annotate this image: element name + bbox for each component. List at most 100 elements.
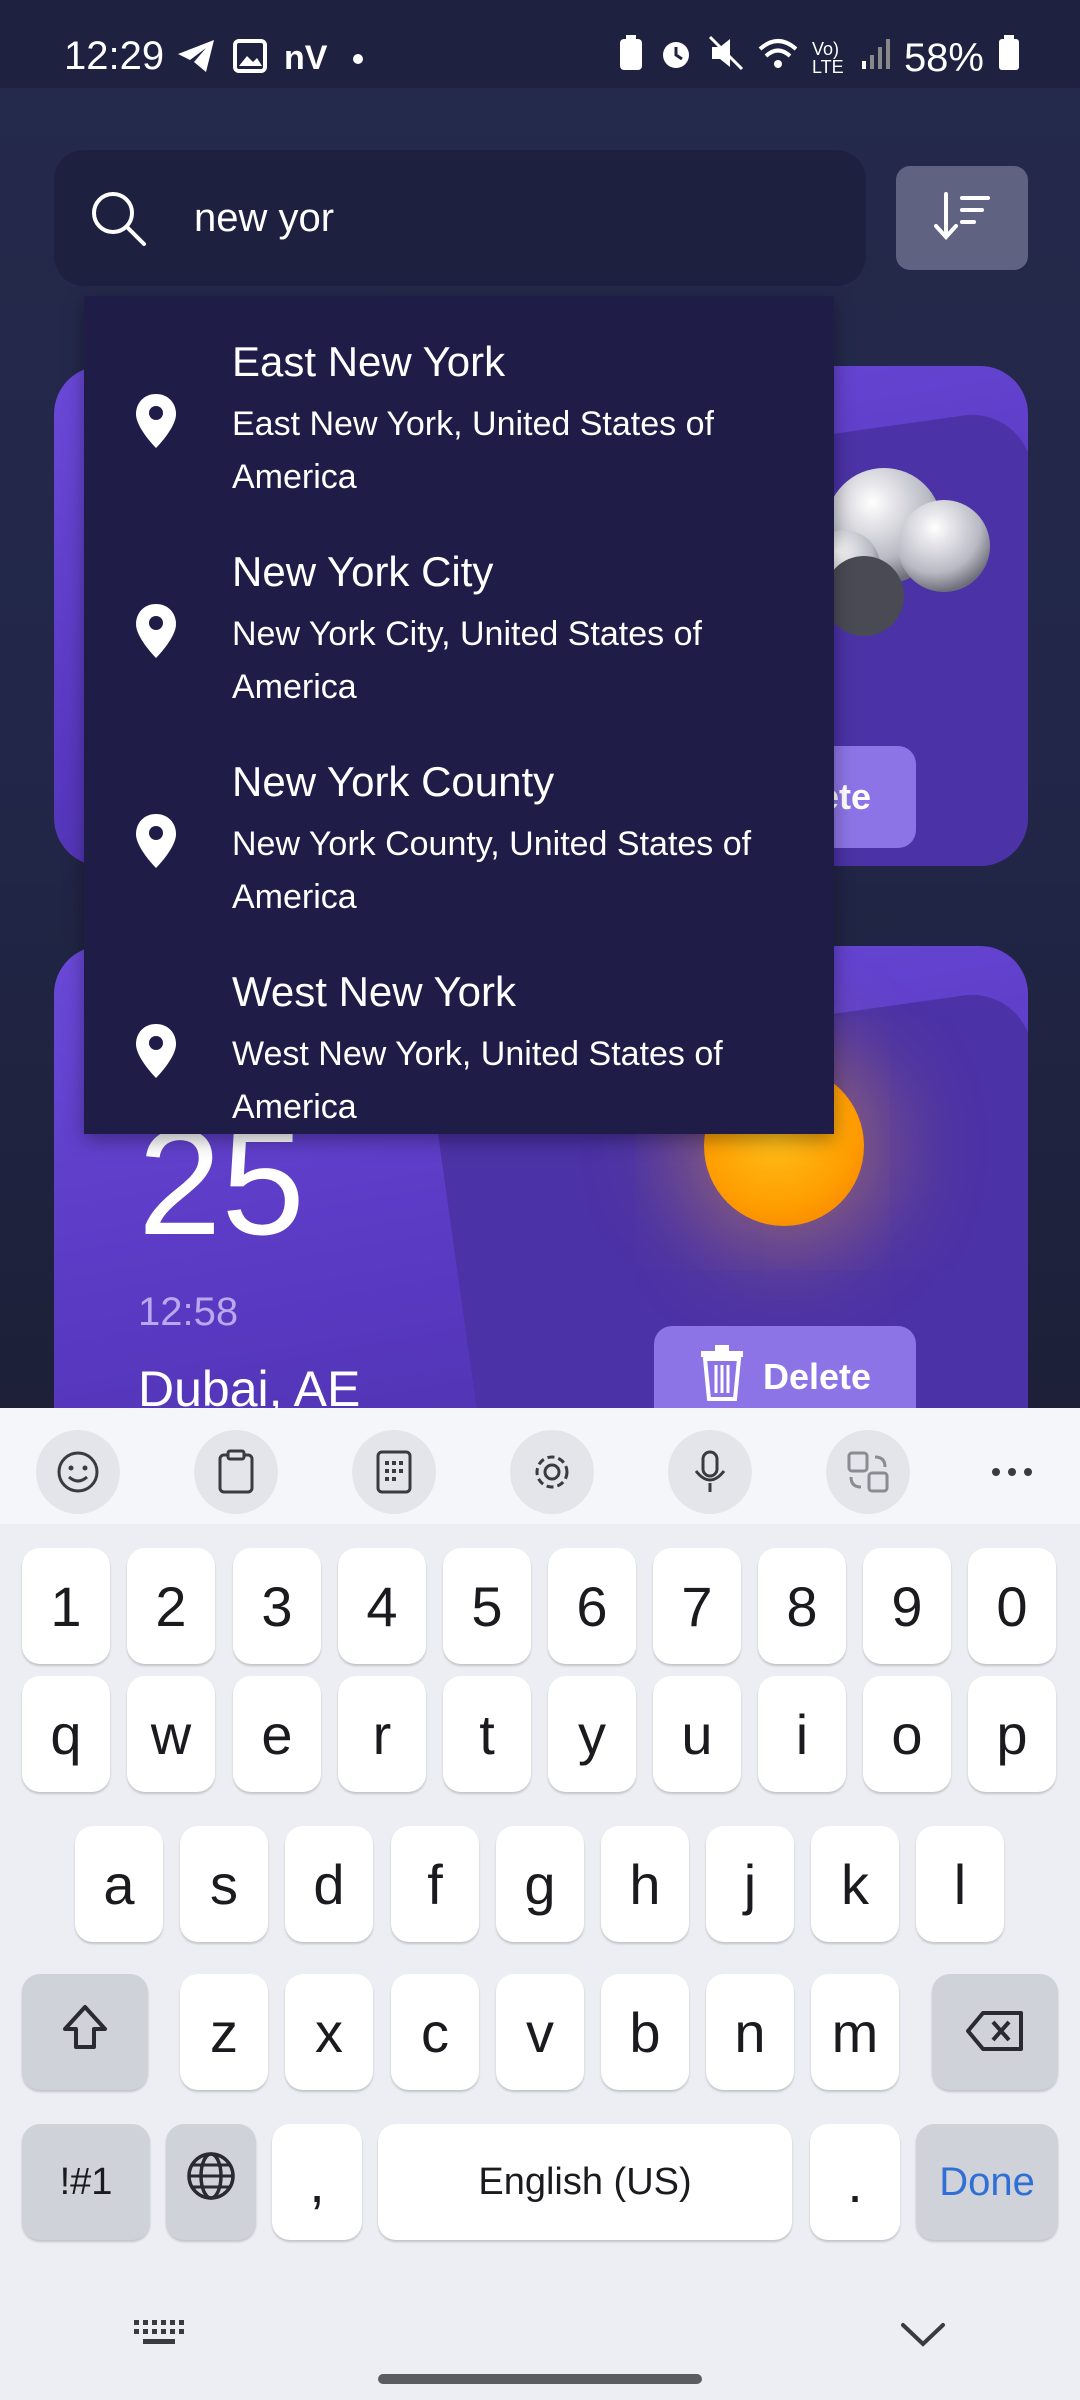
telegram-icon	[176, 38, 216, 79]
alarm-icon	[658, 35, 694, 81]
keyboard-hide-icon[interactable]	[130, 2316, 186, 2355]
suggestion-item[interactable]: West New York West New York, United Stat…	[84, 946, 834, 1156]
key-u[interactable]: u	[653, 1676, 741, 1792]
globe-icon	[185, 2150, 237, 2215]
status-time: 12:29	[64, 34, 165, 78]
mute-icon	[708, 35, 744, 81]
key-4[interactable]: 4	[338, 1548, 426, 1664]
location-pin-icon	[134, 392, 178, 455]
suggestion-title: New York County	[232, 758, 555, 805]
key-w[interactable]: w	[127, 1676, 215, 1792]
key-c[interactable]: c	[391, 1974, 479, 2090]
volte-label: Vo) LTE	[811, 39, 844, 77]
key-v[interactable]: v	[496, 1974, 584, 2090]
key-d[interactable]: d	[285, 1826, 373, 1942]
key-9[interactable]: 9	[863, 1548, 951, 1664]
key-8[interactable]: 8	[758, 1548, 846, 1664]
search-input[interactable]	[194, 190, 814, 246]
status-right-icons: Vo) LTE 58%	[618, 34, 1020, 82]
chevron-down-icon[interactable]	[900, 2322, 946, 2353]
search-icon	[88, 188, 148, 253]
key-2[interactable]: 2	[127, 1548, 215, 1664]
network-label: nV	[284, 39, 328, 77]
keyboard: 1 2 3 4 5 6 7 8 9 0 q w e r t y u i o p …	[0, 1408, 1080, 2400]
local-time: 12:58	[138, 1290, 239, 1334]
key-3[interactable]: 3	[233, 1548, 321, 1664]
keypad-icon[interactable]	[352, 1430, 436, 1514]
key-6[interactable]: 6	[548, 1548, 636, 1664]
key-r[interactable]: r	[338, 1676, 426, 1792]
more-icon[interactable]	[970, 1430, 1054, 1514]
key-l[interactable]: l	[916, 1826, 1004, 1942]
key-y[interactable]: y	[548, 1676, 636, 1792]
delete-button[interactable]: Delete	[654, 1326, 916, 1408]
key-n[interactable]: n	[706, 1974, 794, 2090]
signal-icon	[860, 36, 890, 81]
settings-icon[interactable]	[510, 1430, 594, 1514]
gallery-icon	[232, 38, 268, 79]
suggestion-item[interactable]: New York City New York City, United Stat…	[84, 526, 834, 736]
translate-icon[interactable]	[826, 1430, 910, 1514]
sort-button[interactable]	[896, 166, 1028, 270]
key-k[interactable]: k	[811, 1826, 899, 1942]
dot-icon	[353, 53, 364, 64]
suggestion-title: West New York	[232, 968, 517, 1015]
battery-icon	[998, 35, 1020, 81]
clipboard-icon[interactable]	[194, 1430, 278, 1514]
suggestion-subtitle: New York City, United States of America	[232, 615, 702, 706]
key-o[interactable]: o	[863, 1676, 951, 1792]
suggestion-item[interactable]: East New York East New York, United Stat…	[84, 316, 834, 526]
key-0[interactable]: 0	[968, 1548, 1056, 1664]
location-pin-icon	[134, 812, 178, 875]
key-e[interactable]: e	[233, 1676, 321, 1792]
key-5[interactable]: 5	[443, 1548, 531, 1664]
key-i[interactable]: i	[758, 1676, 846, 1792]
suggestion-title: New York City	[232, 548, 494, 595]
comma-key[interactable]: ,	[272, 2124, 362, 2240]
sort-icon	[934, 191, 990, 245]
key-j[interactable]: j	[706, 1826, 794, 1942]
suggestion-subtitle: East New York, United States of America	[232, 405, 714, 496]
location-pin-icon	[134, 1022, 178, 1085]
key-t[interactable]: t	[443, 1676, 531, 1792]
cloud-icon	[804, 456, 1004, 641]
location-pin-icon	[134, 602, 178, 665]
home-gesture-handle[interactable]	[378, 2374, 702, 2384]
done-key[interactable]: Done	[916, 2124, 1058, 2240]
wifi-icon	[758, 36, 798, 81]
backspace-key[interactable]	[932, 1974, 1058, 2090]
key-p[interactable]: p	[968, 1676, 1056, 1792]
suggestion-subtitle: West New York, United States of America	[232, 1035, 723, 1126]
search-bar[interactable]	[54, 150, 866, 286]
key-z[interactable]: z	[180, 1974, 268, 2090]
suggestions-dropdown: East New York East New York, United Stat…	[84, 296, 834, 1134]
weather-app: 12:29 nV Vo) LTE 58% 25 12:58 Dubai, AE …	[0, 0, 1080, 1408]
key-a[interactable]: a	[75, 1826, 163, 1942]
key-7[interactable]: 7	[653, 1548, 741, 1664]
microphone-icon[interactable]	[668, 1430, 752, 1514]
emoji-icon[interactable]	[36, 1430, 120, 1514]
suggestion-title: East New York	[232, 338, 506, 385]
symbols-key[interactable]: !#1	[22, 2124, 150, 2240]
delete-label: Delete	[762, 1356, 872, 1397]
space-key[interactable]: English (US)	[378, 2124, 792, 2240]
key-h[interactable]: h	[601, 1826, 689, 1942]
shift-key[interactable]	[22, 1974, 148, 2090]
key-1[interactable]: 1	[22, 1548, 110, 1664]
shift-icon	[60, 2000, 110, 2065]
key-f[interactable]: f	[391, 1826, 479, 1942]
suggestion-subtitle: New York County, United States of Americ…	[232, 825, 752, 916]
period-key[interactable]: .	[810, 2124, 900, 2240]
language-key[interactable]	[166, 2124, 256, 2240]
key-g[interactable]: g	[496, 1826, 584, 1942]
key-m[interactable]: m	[811, 1974, 899, 2090]
battery-percent: 58%	[903, 35, 984, 80]
key-b[interactable]: b	[601, 1974, 689, 2090]
battery-saver-icon	[618, 34, 644, 82]
status-left-icons: nV	[176, 38, 364, 79]
key-s[interactable]: s	[180, 1826, 268, 1942]
key-x[interactable]: x	[285, 1974, 373, 2090]
suggestion-item[interactable]: New York County New York County, United …	[84, 736, 834, 946]
key-q[interactable]: q	[22, 1676, 110, 1792]
keyboard-toolbar	[0, 1408, 1080, 1524]
